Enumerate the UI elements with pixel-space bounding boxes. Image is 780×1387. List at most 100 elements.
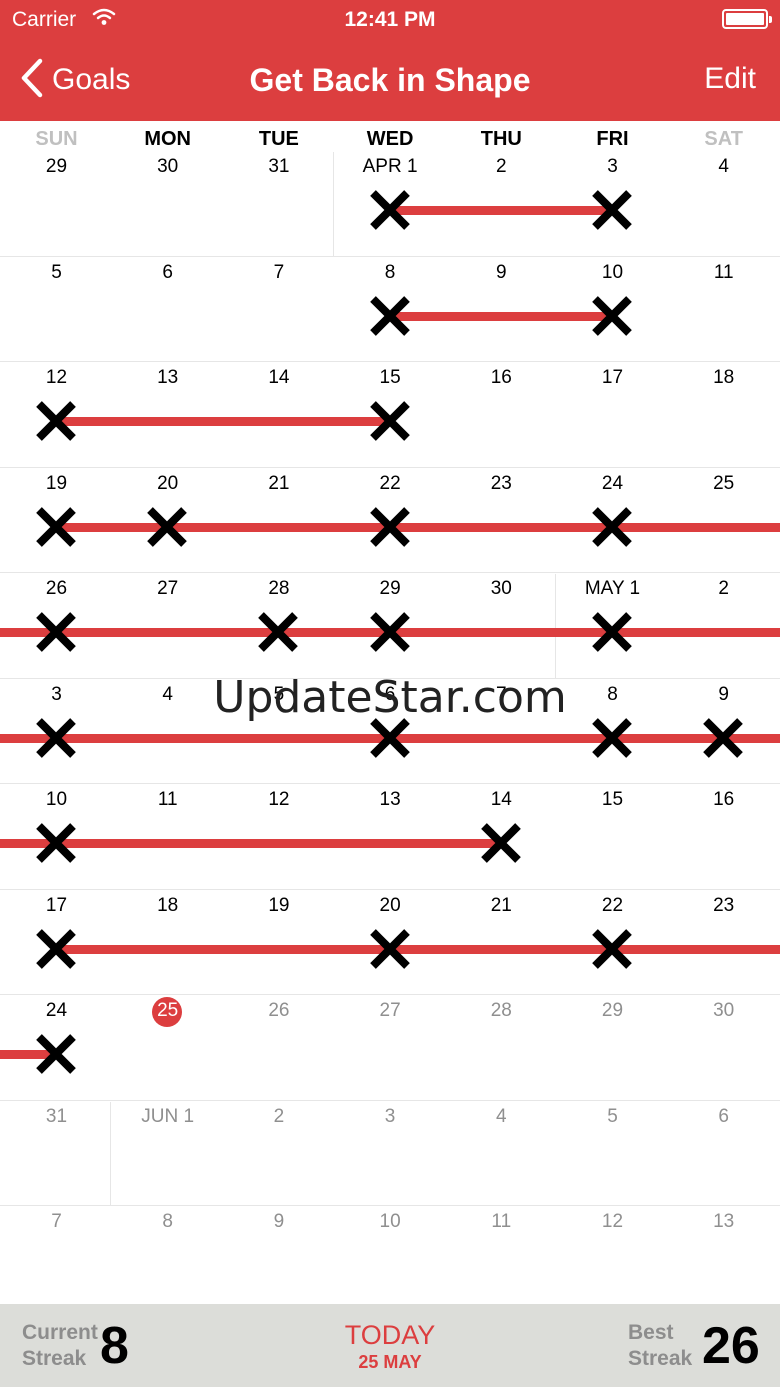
day-number: 29 (45, 156, 68, 177)
status-bar: Carrier 12:41 PM (0, 0, 780, 40)
day-number: 28 (268, 578, 290, 599)
day-number: 2 (718, 578, 729, 599)
day-number: 26 (45, 578, 68, 599)
day-number: 15 (379, 367, 401, 388)
day-number: 4 (718, 156, 729, 177)
day-number: 22 (601, 894, 624, 916)
x-mark-icon (367, 926, 413, 972)
day-number: 11 (713, 261, 734, 283)
day-number: 16 (490, 367, 512, 388)
day-number: JUN 1 (141, 1105, 195, 1127)
watermark: UpdateStar.com (213, 672, 567, 723)
day-number: 25 (713, 472, 735, 494)
day-number: 14 (268, 367, 290, 388)
day-number: 27 (379, 1000, 401, 1021)
day-number: MAY 1 (584, 578, 641, 599)
day-number: 19 (45, 472, 68, 494)
day-number: 3 (607, 156, 618, 177)
day-number: 5 (51, 261, 62, 283)
battery-icon (722, 9, 772, 29)
day-number: 31 (45, 1105, 68, 1127)
day-number: 5 (607, 1105, 618, 1127)
day-number: 13 (713, 1211, 735, 1232)
day-number: 12 (45, 367, 68, 388)
x-mark-icon (589, 926, 635, 972)
day-number: 8 (162, 1211, 173, 1232)
weekday-tue: TUE (258, 128, 299, 150)
day-number: 21 (268, 472, 290, 494)
x-mark-icon (144, 504, 190, 550)
day-number: 20 (157, 472, 179, 494)
day-number: 13 (157, 367, 179, 388)
day-number: 29 (379, 578, 401, 599)
day-number: 10 (379, 1211, 401, 1232)
day-number: 11 (157, 789, 178, 810)
day-number: 19 (268, 894, 290, 916)
day-number: 18 (713, 367, 735, 388)
day-number: 18 (157, 894, 179, 916)
day-number: 21 (490, 894, 512, 916)
x-mark-icon (367, 187, 413, 233)
day-number: 3 (384, 1105, 396, 1127)
x-mark-icon (33, 609, 79, 655)
weekday-fri: FRI (596, 128, 629, 150)
day-number: 8 (384, 261, 396, 283)
x-mark-icon (33, 504, 79, 550)
app-header: Carrier 12:41 PM Goals Get Back in Shape… (0, 0, 780, 121)
day-number: 24 (45, 1000, 68, 1021)
day-number: 12 (601, 1211, 624, 1232)
day-number: 28 (490, 1000, 512, 1021)
page-title: Get Back in Shape (249, 62, 531, 98)
day-number: 10 (601, 261, 624, 283)
x-mark-icon (589, 609, 635, 655)
best-streak-label-line2: Streak (628, 1347, 693, 1370)
weekday-thu: THU (480, 128, 522, 150)
day-number: APR 1 (362, 156, 418, 177)
day-number: 31 (268, 156, 290, 177)
day-number: 30 (490, 578, 512, 599)
day-number: 9 (496, 261, 507, 283)
day-number: 15 (601, 789, 624, 810)
day-number: 20 (379, 894, 401, 916)
day-number: 29 (601, 1000, 624, 1021)
weekday-mon: MON (144, 128, 192, 150)
x-mark-icon (589, 187, 635, 233)
day-number: 9 (273, 1211, 285, 1232)
day-number: 24 (601, 472, 624, 494)
day-number: 4 (496, 1105, 507, 1127)
day-number: 17 (45, 894, 68, 916)
day-number: 7 (273, 261, 285, 283)
streak-footer: Current Streak 8 TODAY 25 MAY Best Strea… (0, 1304, 780, 1387)
weekday-header: SUN MON TUE WED THU FRI SAT (0, 121, 780, 153)
day-number: 6 (162, 261, 173, 283)
x-mark-icon (33, 926, 79, 972)
x-mark-icon (367, 504, 413, 550)
status-time: 12:41 PM (344, 8, 436, 31)
day-number: 25 (157, 1000, 179, 1021)
x-mark-icon (478, 820, 524, 866)
edit-button[interactable]: Edit (704, 62, 756, 96)
day-number: 30 (157, 156, 179, 177)
day-number: 27 (157, 578, 179, 599)
weekday-sun: SUN (35, 128, 78, 150)
day-number: 30 (713, 1000, 735, 1021)
day-number: 17 (601, 367, 624, 388)
x-mark-icon (33, 398, 79, 444)
x-mark-icon (33, 820, 79, 866)
day-number: 6 (718, 1105, 729, 1127)
best-streak-value: 26 (702, 1317, 760, 1375)
day-number: 7 (51, 1211, 62, 1232)
day-number: 2 (273, 1105, 285, 1127)
day-number: 13 (379, 789, 401, 810)
day-number: 22 (379, 472, 401, 494)
day-number: 11 (491, 1211, 512, 1232)
x-mark-icon (33, 1031, 79, 1077)
navigation-bar: Goals Get Back in Shape Edit (0, 40, 780, 121)
day-number: 2 (496, 156, 507, 177)
x-mark-icon (589, 504, 635, 550)
best-streak-label: Best Streak (628, 1320, 692, 1372)
day-number: 16 (713, 789, 735, 810)
day-number: 23 (713, 894, 735, 916)
day-number: 12 (268, 789, 290, 810)
day-number: 14 (490, 789, 512, 810)
